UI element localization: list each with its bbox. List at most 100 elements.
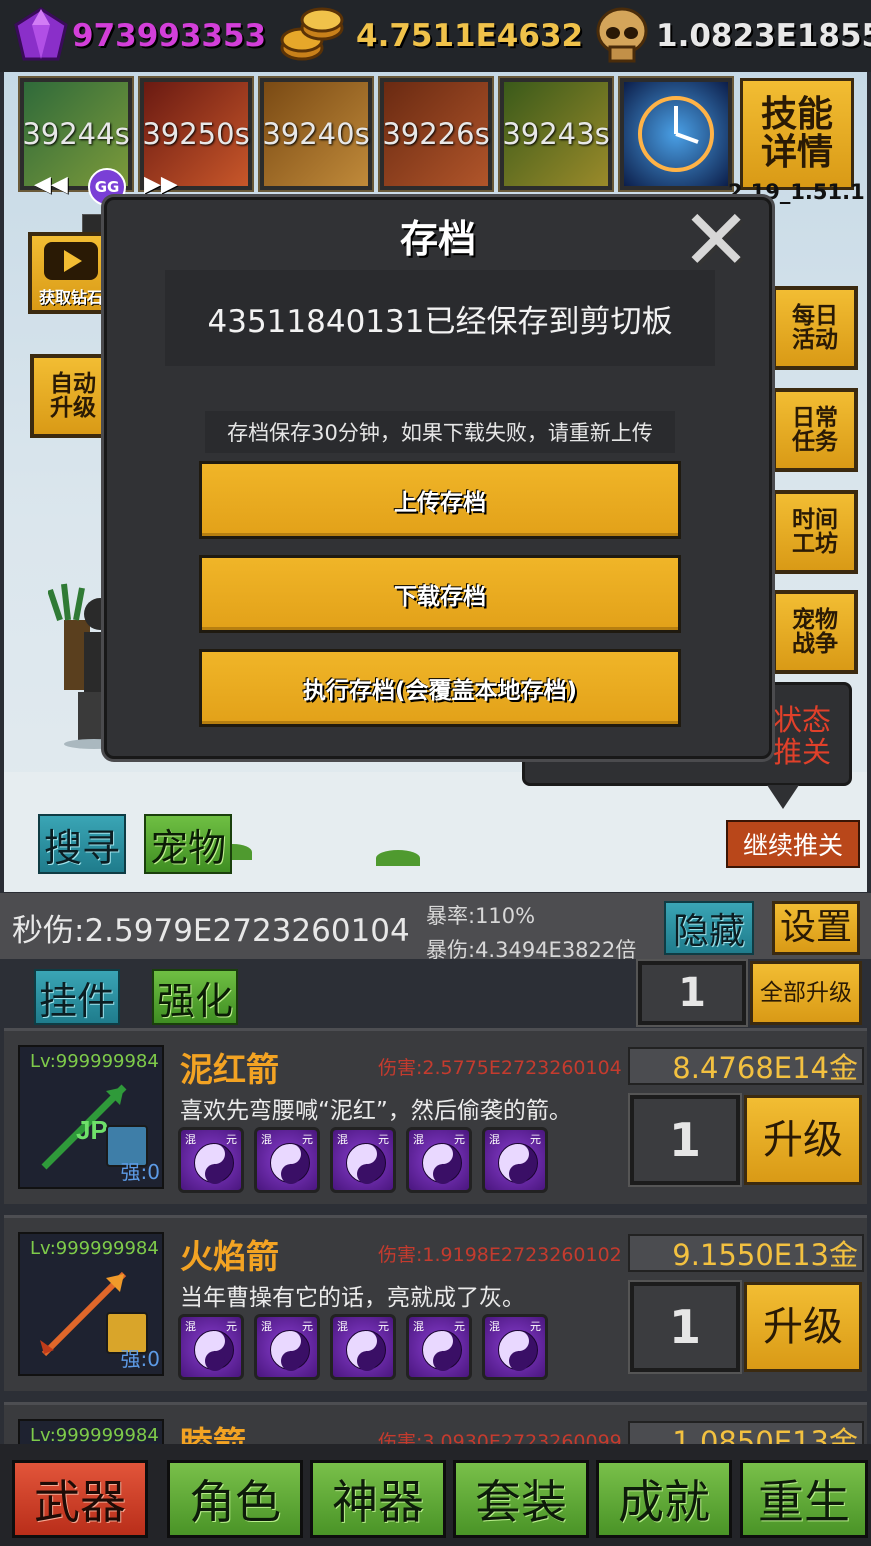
yin-yang-icon xyxy=(346,1330,386,1371)
slot-label: 元 xyxy=(226,1133,237,1146)
save-dialog: 存档 ✕ 43511840131已经保存到剪切板 存档保存30分钟，如果下载失败… xyxy=(104,197,772,759)
bottom-nav: 武器 角色 神器 套装 成就 重生 xyxy=(0,1444,871,1546)
slot-label: 元 xyxy=(302,1133,313,1146)
currency-bar: 973993353 4.7511E4632 1.0823E1855 xyxy=(0,0,871,72)
yin-yang-slot[interactable]: 混元 xyxy=(482,1127,548,1193)
upgrade-button[interactable]: 升级 xyxy=(744,1095,862,1185)
daily-task-button[interactable]: 日常 任务 xyxy=(772,388,858,472)
settings-button[interactable]: 设置 xyxy=(772,901,860,955)
nav-character[interactable]: 角色 xyxy=(167,1460,303,1538)
upgrade-price: 1.0850E13金 xyxy=(628,1421,864,1446)
clock-skill-icon xyxy=(638,96,714,172)
continue-push-button[interactable]: 继续推关 xyxy=(726,820,860,868)
skill-slot-3[interactable]: 39240s xyxy=(260,78,372,190)
batch-count-box[interactable]: 1 xyxy=(638,961,746,1025)
weapon-name: 睦箭 xyxy=(180,1424,246,1446)
upgrade-count-box[interactable]: 1 xyxy=(630,1095,740,1185)
game-screen: 973993353 4.7511E4632 1.0823E1855 39244s… xyxy=(0,0,871,1546)
slot-label: 混 xyxy=(489,1133,500,1146)
nav-set[interactable]: 套装 xyxy=(453,1460,589,1538)
yin-yang-icon xyxy=(346,1143,386,1184)
yin-yang-icon xyxy=(270,1143,310,1184)
yin-yang-slot[interactable]: 混元 xyxy=(254,1314,320,1380)
yin-yang-slot[interactable]: 混元 xyxy=(482,1314,548,1380)
yin-yang-icon xyxy=(422,1143,462,1184)
video-play-icon xyxy=(44,242,98,280)
apply-save-button[interactable]: 执行存档(会覆盖本地存档) xyxy=(199,649,681,727)
slow-speed-button[interactable]: ◀◀ xyxy=(34,172,68,197)
yin-yang-slot[interactable]: 混元 xyxy=(254,1127,320,1193)
skill-slot-6[interactable] xyxy=(620,78,732,190)
skill-cooldown: 39250s xyxy=(142,117,250,151)
skill-slot-5[interactable]: 39243s xyxy=(500,78,612,190)
skill-cooldown: 39243s xyxy=(502,117,610,151)
yin-yang-icon xyxy=(194,1143,234,1184)
gem-counter: 973993353 xyxy=(10,0,266,72)
upload-save-button[interactable]: 上传存档 xyxy=(199,461,681,539)
yin-yang-slot[interactable]: 混元 xyxy=(178,1127,244,1193)
gem-icon xyxy=(14,7,68,61)
slot-label: 元 xyxy=(226,1320,237,1333)
nav-artifact[interactable]: 神器 xyxy=(310,1460,446,1538)
soul-value: 1.0823E1855 xyxy=(656,18,871,54)
weapon-row: Lv:999999984 睦箭 伤害:3.0930E2723260099 1.0… xyxy=(4,1402,867,1446)
close-icon[interactable]: ✕ xyxy=(681,198,751,282)
skill-slot-4[interactable]: 39226s xyxy=(380,78,492,190)
weapon-name: 泥红箭 xyxy=(180,1050,279,1089)
status-line: 状态 xyxy=(772,703,831,737)
gem-slots: 混元 混元 混元 混元 混元 xyxy=(178,1127,548,1193)
dps-value: 秒伤:2.5979E2723260104 xyxy=(12,913,410,949)
gold-value: 4.7511E4632 xyxy=(356,18,584,54)
pendant-tab[interactable]: 挂件 xyxy=(34,969,120,1025)
slot-label: 元 xyxy=(378,1320,389,1333)
enhance-tab[interactable]: 强化 xyxy=(152,969,238,1025)
yin-yang-slot[interactable]: 混元 xyxy=(178,1314,244,1380)
time-workshop-button[interactable]: 时间 工坊 xyxy=(772,490,858,574)
gem-value: 973993353 xyxy=(72,18,267,54)
yin-yang-slot[interactable]: 混元 xyxy=(406,1127,472,1193)
gold-coins-icon xyxy=(280,7,344,61)
dialog-title: 存档 xyxy=(399,216,476,261)
slot-label: 元 xyxy=(378,1133,389,1146)
upgrade-button[interactable]: 升级 xyxy=(744,1282,862,1372)
yin-yang-icon xyxy=(270,1330,310,1371)
crit-info: 暴率:110% 暴伤:4.3494E3822倍 xyxy=(426,899,636,967)
bubble-pointer xyxy=(767,785,799,809)
weapon-strength: 强:0 xyxy=(120,1160,160,1184)
weapon-level: Lv:999999984 xyxy=(30,1238,159,1259)
gem-slots: 混元 混元 混元 混元 混元 xyxy=(178,1314,548,1380)
search-tab[interactable]: 搜寻 xyxy=(38,814,126,874)
get-diamond-button[interactable]: 获取钻石 xyxy=(28,232,114,314)
weapon-row: Lv:999999984 强:0 火焰箭 伤害:1.9198E272326010… xyxy=(4,1215,867,1391)
pet-war-button[interactable]: 宠物 战争 xyxy=(772,590,858,674)
slot-label: 元 xyxy=(454,1320,465,1333)
slot-label: 元 xyxy=(454,1133,465,1146)
slot-label: 混 xyxy=(261,1133,272,1146)
slot-label: 混 xyxy=(337,1320,348,1333)
slot-label: 混 xyxy=(413,1320,424,1333)
yin-yang-icon xyxy=(498,1143,538,1184)
hide-button[interactable]: 隐藏 xyxy=(664,901,754,955)
fast-speed-button[interactable]: ▶▶ xyxy=(144,172,178,197)
nav-rebirth[interactable]: 重生 xyxy=(740,1460,868,1538)
upgrade-count-box[interactable]: 1 xyxy=(630,1282,740,1372)
yin-yang-icon xyxy=(422,1330,462,1371)
weapon-description: 当年曹操有它的话，亮就成了灰。 xyxy=(180,1285,525,1311)
slot-label: 混 xyxy=(185,1133,196,1146)
status-bubble-text: 状态 推关 xyxy=(772,703,831,769)
weapon-damage: 伤害:2.5775E2723260104 xyxy=(378,1057,622,1079)
download-save-button[interactable]: 下载存档 xyxy=(199,555,681,633)
pet-tab[interactable]: 宠物 xyxy=(144,814,232,874)
upgrade-all-button[interactable]: 全部升级 xyxy=(750,961,862,1025)
nav-achievement[interactable]: 成就 xyxy=(596,1460,732,1538)
weapon-level: Lv:999999984 xyxy=(30,1051,159,1072)
nav-weapon[interactable]: 武器 xyxy=(12,1460,148,1538)
yin-yang-slot[interactable]: 混元 xyxy=(330,1314,396,1380)
slot-label: 混 xyxy=(261,1320,272,1333)
skull-icon xyxy=(596,7,648,63)
yin-yang-slot[interactable]: 混元 xyxy=(330,1127,396,1193)
yin-yang-slot[interactable]: 混元 xyxy=(406,1314,472,1380)
daily-event-button[interactable]: 每日 活动 xyxy=(772,286,858,370)
skill-details-button[interactable]: 技能 详情 xyxy=(740,78,854,190)
push-line: 推关 xyxy=(772,734,831,769)
